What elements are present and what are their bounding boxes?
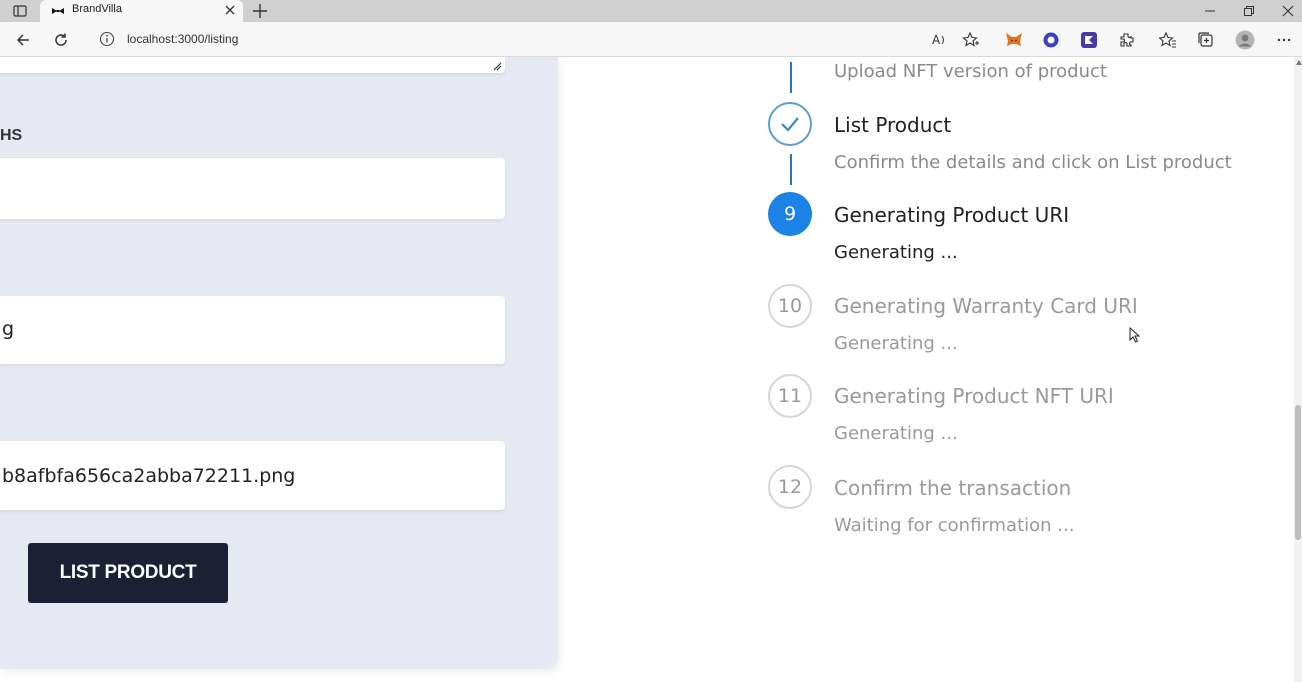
step-9-description: Generating ... [834,242,958,263]
step-11-title: Generating Product NFT URI [834,384,1114,408]
step-11-circle: 11 [768,374,812,418]
step-10-circle: 10 [768,284,812,328]
step-connector [790,154,792,185]
step-12-circle: 12 [768,465,812,509]
mouse-cursor-icon [1129,327,1141,343]
step-10-description: Generating ... [834,333,958,354]
minimize-icon[interactable] [1190,0,1230,22]
brandvilla-favicon-icon [52,8,64,14]
step-7-description: Upload NFT version of product [834,61,1107,82]
step-9-title: Generating Product URI [834,203,1070,227]
scroll-up-icon[interactable] [1296,60,1302,65]
step-10-title: Generating Warranty Card URI [834,294,1138,318]
listing-form: HS g b8afbfa656ca2abba72211.png LIST PRO… [0,57,558,669]
page-content: HS g b8afbfa656ca2abba72211.png LIST PRO… [0,57,1294,682]
form-input-2[interactable]: g [0,296,505,364]
step-8-description: Confirm the details and click on List pr… [834,152,1232,173]
form-input-2-value: g [2,318,15,340]
more-menu-icon[interactable] [1274,30,1294,50]
step-12-title: Confirm the transaction [834,476,1072,500]
form-input-1[interactable] [0,158,505,219]
tab-title: BrandVilla [72,3,122,15]
list-product-button[interactable]: LIST PRODUCT [28,543,228,603]
metamask-extension-icon[interactable] [1004,30,1024,50]
profile-avatar-icon[interactable] [1235,30,1255,50]
add-favorite-icon[interactable] [961,30,981,50]
new-tab-icon[interactable] [250,1,270,21]
field-label: HS [0,127,23,144]
site-info-icon[interactable] [98,30,116,48]
checkmark-icon [781,117,799,132]
extension-circle-icon[interactable] [1041,30,1061,50]
step-11-description: Generating ... [834,423,958,444]
close-window-icon[interactable] [1268,0,1302,22]
step-8-title: List Product [834,113,952,137]
scrollbar-thumb[interactable] [1295,405,1301,540]
page-scrollbar[interactable] [1294,57,1302,682]
tab-actions-icon[interactable] [8,3,32,19]
extensions-icon[interactable] [1117,30,1137,50]
restore-icon[interactable] [1229,0,1269,22]
close-tab-icon[interactable] [223,3,237,17]
step-8-circle [768,102,812,146]
image-file-input[interactable]: b8afbfa656ca2abba72211.png [0,441,505,510]
back-icon[interactable] [13,30,33,50]
address-bar[interactable]: localhost:3000/listing [127,32,238,46]
resize-handle-icon[interactable] [492,61,502,71]
svg-text:A: A [932,33,941,47]
extension-square-icon[interactable] [1079,30,1099,50]
collections-icon[interactable] [1196,30,1216,50]
step-9-circle: 9 [768,192,812,236]
step-12-description: Waiting for confirmation ... [834,515,1075,536]
step-connector [790,62,792,93]
tab-bar: BrandVilla [0,0,1302,22]
read-aloud-icon[interactable]: A [930,30,950,50]
image-filename: b8afbfa656ca2abba72211.png [2,465,296,487]
tab-brandvilla[interactable]: BrandVilla [40,0,243,22]
description-textarea[interactable] [0,57,505,73]
browser-toolbar: localhost:3000/listing A [0,22,1302,57]
refresh-icon[interactable] [51,30,71,50]
favorites-icon[interactable] [1158,30,1178,50]
